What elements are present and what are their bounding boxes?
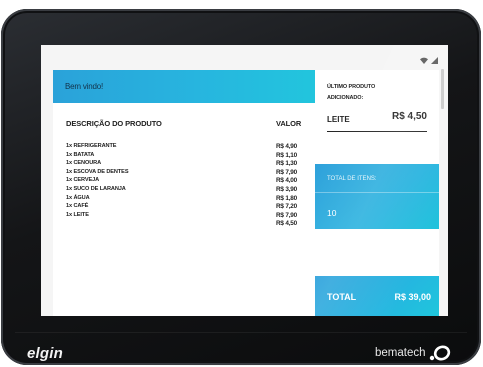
table-row[interactable]: 1x BATATA R$ 1,10 (53, 152, 315, 161)
pos-screen: Bem vindo! DESCRIÇÃO DO PRODUTO VALOR 1x… (41, 45, 448, 316)
bematech-logo-icon (429, 345, 451, 361)
item-description: 1x REFRIGERANTE (66, 143, 117, 149)
table-row[interactable]: 1x REFRIGERANTE R$ 4,90 (53, 143, 315, 152)
table-row[interactable]: 1x CENOURA R$ 1,30 (53, 160, 315, 169)
table-row[interactable]: 1x CAFÉ R$ 7,20 (53, 203, 315, 212)
item-value: R$ 7,90 (276, 168, 297, 176)
welcome-banner: Bem vindo! (53, 70, 315, 103)
scrollbar[interactable] (441, 69, 444, 109)
android-status-bar (41, 45, 448, 69)
item-description: 1x ESCOVA DE DENTES (66, 168, 129, 175)
bematech-brand-label: bematech (375, 347, 426, 359)
summary-panel: ÚLTIMO PRODUTO ADICIONADO: LEITE R$ 4,50… (315, 70, 439, 316)
item-value: R$ 4,50 (276, 220, 297, 228)
last-product-divider (327, 131, 427, 132)
column-header-description: DESCRIÇÃO DO PRODUTO (66, 119, 162, 128)
last-product-title-line2: ADICIONADO: (327, 95, 364, 101)
elgin-brand-label: elgin (27, 345, 64, 362)
items-rows: 1x REFRIGERANTE R$ 4,90 1x BATATA R$ 1,1… (53, 143, 315, 229)
last-product-name: LEITE (327, 115, 350, 124)
item-value: R$ 1,80 (276, 194, 297, 202)
items-count-label: TOTAL DE ITENS: (327, 176, 377, 182)
table-row[interactable]: R$ 4,50 (53, 220, 315, 229)
total-value: R$ 39,00 (394, 292, 431, 302)
item-description: 1x CAFÉ (66, 203, 89, 210)
last-product-price: R$ 4,50 (391, 111, 427, 122)
item-value: R$ 4,00 (276, 177, 297, 185)
table-row[interactable]: 1x CERVEJA R$ 4,00 (53, 177, 315, 186)
item-description: 1x CERVEJA (66, 177, 100, 184)
item-value: R$ 7,90 (276, 211, 297, 219)
signal-icon (431, 56, 438, 64)
items-count-value: 10 (327, 208, 337, 218)
column-header-value: VALOR (276, 119, 302, 128)
table-row[interactable]: 1x ÁGUA R$ 1,80 (53, 195, 315, 204)
items-count-divider (315, 192, 439, 193)
total-box: TOTAL R$ 39,00 (315, 276, 439, 316)
last-product-title-line1: ÚLTIMO PRODUTO (327, 84, 376, 90)
item-description: 1x BATATA (66, 151, 95, 158)
items-list-panel[interactable]: DESCRIÇÃO DO PRODUTO VALOR 1x REFRIGERAN… (53, 103, 315, 316)
item-value: R$ 1,10 (276, 151, 297, 159)
item-value: R$ 4,90 (276, 143, 297, 150)
total-label: TOTAL (327, 292, 357, 302)
last-product-title: ÚLTIMO PRODUTO ADICIONADO: (327, 82, 417, 104)
item-description: 1x ÁGUA (66, 194, 90, 201)
table-row[interactable]: 1x ESCOVA DE DENTES R$ 7,90 (53, 169, 315, 178)
table-row[interactable]: 1x SUCO DE LARANJA R$ 3,90 (53, 186, 315, 195)
item-value: R$ 7,20 (276, 203, 297, 211)
bezel-divider (15, 332, 467, 333)
item-description: 1x SUCO DE LARANJA (66, 185, 126, 192)
welcome-text: Bem vindo! (65, 82, 104, 91)
items-count-box: TOTAL DE ITENS: 10 (315, 164, 439, 229)
table-row[interactable]: 1x LEITE R$ 7,90 (53, 212, 315, 221)
item-value: R$ 3,90 (276, 185, 297, 193)
item-description: 1x LEITE (66, 211, 89, 218)
status-icons (420, 56, 438, 64)
item-description: 1x CENOURA (66, 160, 102, 167)
item-value: R$ 1,30 (276, 160, 297, 168)
wifi-icon (420, 57, 428, 64)
